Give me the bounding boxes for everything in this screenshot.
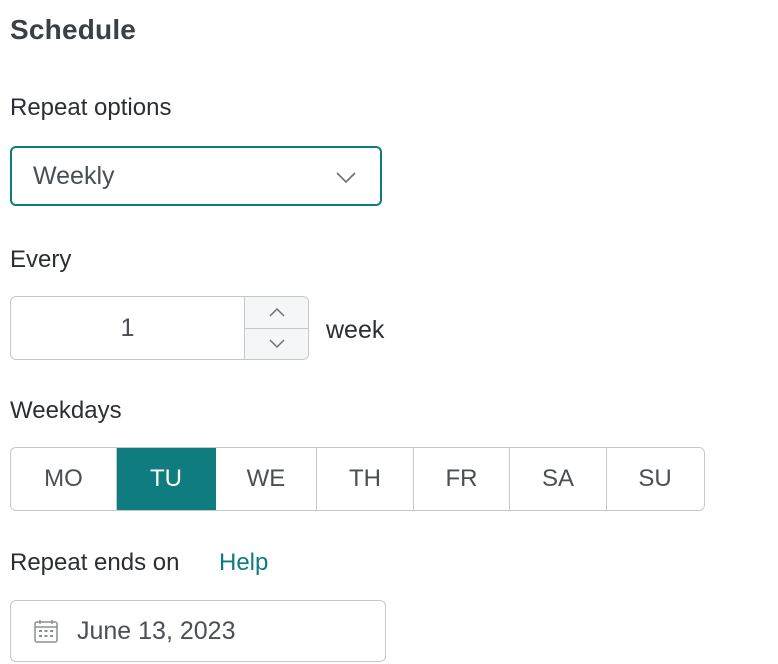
weekday-selector: MO TU WE TH FR SA SU <box>10 447 705 511</box>
weekday-th[interactable]: TH <box>317 448 414 510</box>
chevron-down-icon <box>268 339 285 348</box>
chevron-down-icon <box>336 172 356 184</box>
weekday-tu[interactable]: TU <box>117 448 216 510</box>
every-unit: week <box>326 316 385 344</box>
weekdays-label: Weekdays <box>10 397 122 424</box>
every-stepper: 1 <box>10 296 309 360</box>
page-title: Schedule <box>10 14 137 45</box>
repeat-options-value: Weekly <box>33 161 115 190</box>
calendar-icon <box>34 620 58 643</box>
weekday-su[interactable]: SU <box>607 448 703 510</box>
weekday-fr[interactable]: FR <box>414 448 510 510</box>
increment-button[interactable] <box>245 297 308 329</box>
end-date-input[interactable]: June 13, 2023 <box>10 600 386 662</box>
repeat-options-label: Repeat options <box>10 94 172 121</box>
repeat-ends-label: Repeat ends on <box>10 549 180 576</box>
help-link[interactable]: Help <box>219 549 268 577</box>
weekday-mo[interactable]: MO <box>11 448 117 510</box>
end-date-value: June 13, 2023 <box>77 616 236 645</box>
weekday-sa[interactable]: SA <box>510 448 607 510</box>
chevron-up-icon <box>268 308 285 317</box>
weekday-we[interactable]: WE <box>216 448 317 510</box>
every-input[interactable]: 1 <box>11 297 245 359</box>
every-label: Every <box>10 246 72 273</box>
decrement-button[interactable] <box>245 329 308 360</box>
repeat-options-select[interactable]: Weekly <box>10 146 382 206</box>
